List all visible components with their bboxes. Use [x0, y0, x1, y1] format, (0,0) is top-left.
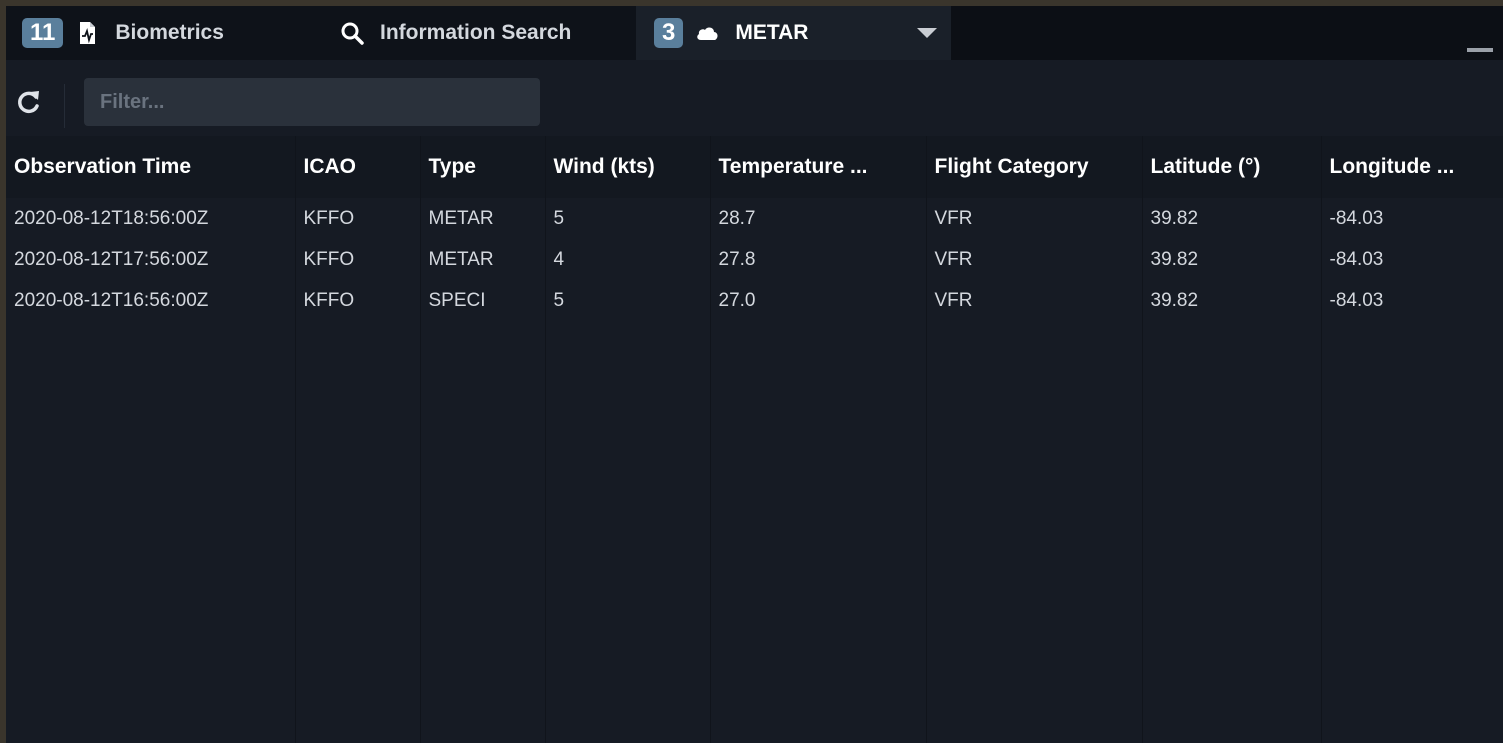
toolbar-divider — [64, 84, 65, 128]
column-header-wind[interactable]: Wind (kts) — [545, 136, 711, 198]
cell-wind: 5 — [545, 280, 711, 321]
tab-label: Biometrics — [115, 21, 224, 44]
column-header-icao[interactable]: ICAO — [295, 136, 421, 198]
cell-longitude: -84.03 — [1321, 280, 1503, 321]
toolbar — [6, 60, 1503, 136]
tab-biometrics[interactable]: 11 Biometrics — [6, 6, 296, 60]
cell-wind: 4 — [545, 239, 711, 280]
cell-temperature: 27.0 — [710, 280, 927, 321]
metar-window: 11 Biometrics Information Search 3 METAR… — [6, 6, 1503, 743]
cell-flight-category: VFR — [926, 280, 1143, 321]
cell-icao: KFFO — [295, 198, 421, 239]
cell-icao: KFFO — [295, 239, 421, 280]
table-row[interactable]: 2020-08-12T16:56:00Z KFFO SPECI 5 27.0 V… — [6, 280, 1503, 321]
tab-label: METAR — [735, 21, 809, 44]
cell-temperature: 28.7 — [710, 198, 927, 239]
cell-latitude: 39.82 — [1142, 239, 1322, 280]
cell-type: SPECI — [420, 280, 546, 321]
metar-table-container: Observation Time ICAO Type Wind (kts) Te… — [6, 136, 1503, 743]
cell-flight-category: VFR — [926, 198, 1143, 239]
column-header-temperature[interactable]: Temperature ... — [710, 136, 927, 198]
chevron-down-icon[interactable] — [917, 28, 937, 38]
minimize-button[interactable] — [1467, 48, 1493, 52]
table-row[interactable]: 2020-08-12T18:56:00Z KFFO METAR 5 28.7 V… — [6, 198, 1503, 239]
tab-badge: 3 — [654, 18, 684, 48]
cell-observation-time: 2020-08-12T16:56:00Z — [6, 280, 296, 321]
tab-information-search[interactable]: Information Search — [296, 6, 636, 60]
cell-temperature: 27.8 — [710, 239, 927, 280]
column-header-type[interactable]: Type — [420, 136, 546, 198]
cell-type: METAR — [420, 198, 546, 239]
cell-wind: 5 — [545, 198, 711, 239]
column-header-flight-category[interactable]: Flight Category — [926, 136, 1143, 198]
column-header-observation-time[interactable]: Observation Time — [6, 136, 296, 198]
cloud-icon — [695, 21, 719, 45]
table-empty-area — [6, 321, 1503, 743]
cell-observation-time: 2020-08-12T18:56:00Z — [6, 198, 296, 239]
column-header-latitude[interactable]: Latitude (°) — [1142, 136, 1322, 198]
table-header-row: Observation Time ICAO Type Wind (kts) Te… — [6, 136, 1503, 198]
cell-flight-category: VFR — [926, 239, 1143, 280]
cell-longitude: -84.03 — [1321, 239, 1503, 280]
search-icon — [340, 21, 364, 45]
cell-icao: KFFO — [295, 280, 421, 321]
tab-metar[interactable]: 3 METAR — [636, 6, 951, 60]
cell-latitude: 39.82 — [1142, 198, 1322, 239]
filter-input[interactable] — [84, 78, 540, 126]
metar-table: Observation Time ICAO Type Wind (kts) Te… — [6, 136, 1503, 743]
column-header-longitude[interactable]: Longitude ... — [1321, 136, 1503, 198]
tab-badge: 11 — [22, 18, 64, 48]
file-chart-icon — [75, 21, 99, 45]
table-row[interactable]: 2020-08-12T17:56:00Z KFFO METAR 4 27.8 V… — [6, 239, 1503, 280]
cell-observation-time: 2020-08-12T17:56:00Z — [6, 239, 296, 280]
cell-longitude: -84.03 — [1321, 198, 1503, 239]
refresh-icon[interactable] — [14, 87, 44, 117]
tab-bar: 11 Biometrics Information Search 3 METAR — [6, 6, 1503, 60]
tab-label: Information Search — [380, 21, 572, 44]
cell-latitude: 39.82 — [1142, 280, 1322, 321]
cell-type: METAR — [420, 239, 546, 280]
